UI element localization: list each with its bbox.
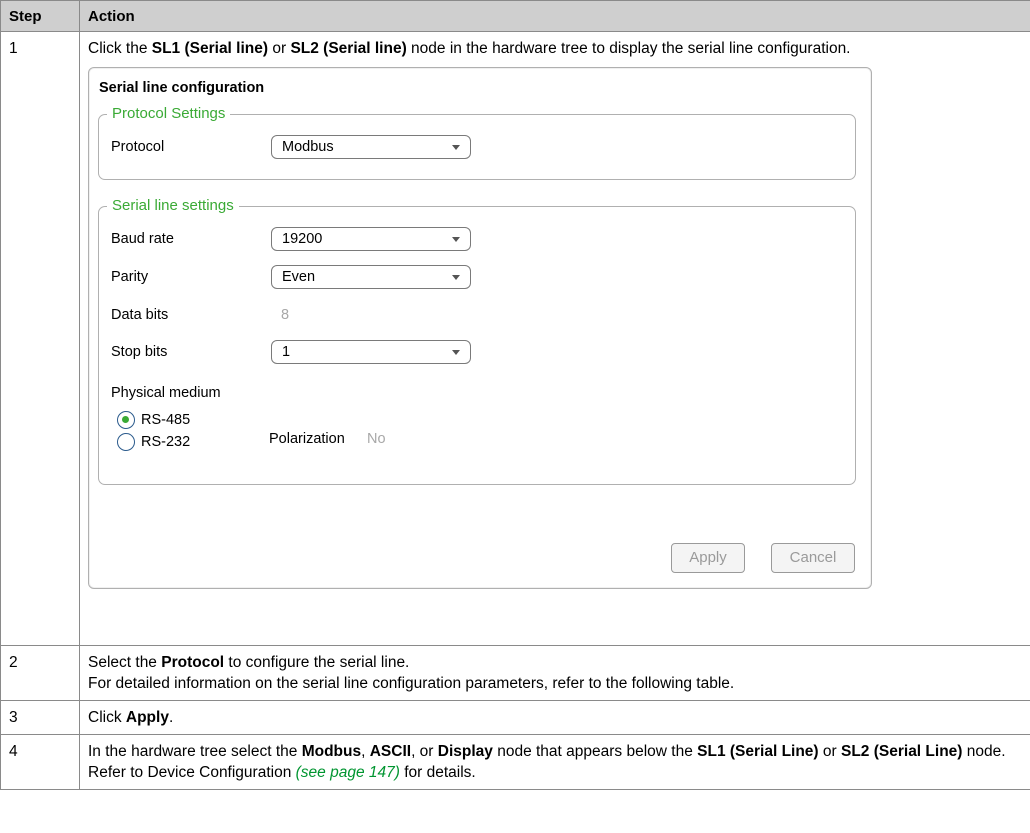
apply-button[interactable]: Apply bbox=[671, 543, 745, 573]
table-row: 1 Click the SL1 (Serial line) or SL2 (Se… bbox=[0, 31, 1030, 646]
baud-rate-value: 19200 bbox=[282, 231, 323, 247]
step-2-detail: For detailed information on the serial l… bbox=[88, 675, 735, 692]
data-bits-label: Data bits bbox=[111, 307, 169, 323]
chevron-down-icon bbox=[452, 350, 460, 355]
stop-bits-label: Stop bits bbox=[111, 344, 168, 360]
protocol-dropdown[interactable]: Modbus bbox=[271, 135, 471, 159]
rs485-label: RS-485 bbox=[141, 412, 191, 428]
table-row: 3 Click Apply. bbox=[0, 700, 1030, 735]
stop-bits-dropdown[interactable]: 1 bbox=[271, 340, 471, 364]
action-cell: Click Apply. bbox=[79, 700, 1030, 735]
baud-rate-dropdown[interactable]: 19200 bbox=[271, 227, 471, 251]
rs232-radio[interactable] bbox=[117, 433, 135, 451]
serial-line-config-panel: Serial line configuration Protocol Setti… bbox=[88, 67, 872, 589]
parity-label: Parity bbox=[111, 269, 149, 285]
action-cell: In the hardware tree select the Modbus, … bbox=[79, 734, 1030, 790]
protocol-value: Modbus bbox=[282, 139, 334, 155]
table-row: 2 Select the Protocol to configure the s… bbox=[0, 645, 1030, 701]
step-number: 4 bbox=[0, 734, 80, 790]
serial-line-settings-legend: Serial line settings bbox=[107, 197, 239, 215]
step-number: 3 bbox=[0, 700, 80, 735]
steps-table: Step Action 1 Click the SL1 (Serial line… bbox=[0, 0, 1030, 790]
step-2-instruction: Select the Protocol to configure the ser… bbox=[88, 654, 410, 671]
parity-value: Even bbox=[282, 269, 316, 285]
radio-selected-dot bbox=[122, 416, 129, 423]
step-column-header: Step bbox=[0, 0, 80, 32]
physical-medium-label: Physical medium bbox=[111, 385, 221, 401]
rs232-label: RS-232 bbox=[141, 434, 191, 450]
data-bits-value: 8 bbox=[281, 307, 290, 323]
action-cell: Click the SL1 (Serial line) or SL2 (Seri… bbox=[79, 31, 1030, 646]
protocol-settings-legend: Protocol Settings bbox=[107, 105, 231, 123]
step-4-instruction: In the hardware tree select the Modbus, … bbox=[88, 743, 1006, 781]
see-page-link[interactable]: (see page 147) bbox=[296, 764, 400, 781]
chevron-down-icon bbox=[452, 237, 460, 242]
table-header-row: Step Action bbox=[0, 0, 1030, 32]
serial-line-settings-group: Serial line settings Baud rate 19200 Par… bbox=[98, 197, 856, 485]
parity-dropdown[interactable]: Even bbox=[271, 265, 471, 289]
action-cell: Select the Protocol to configure the ser… bbox=[79, 645, 1030, 701]
panel-title: Serial line configuration bbox=[99, 80, 265, 96]
chevron-down-icon bbox=[452, 145, 460, 150]
action-column-header: Action bbox=[79, 0, 1030, 32]
baud-rate-label: Baud rate bbox=[111, 231, 174, 247]
polarization-value: No bbox=[367, 431, 386, 447]
rs485-radio[interactable] bbox=[117, 411, 135, 429]
step-1-instruction: Click the SL1 (Serial line) or SL2 (Seri… bbox=[88, 40, 851, 57]
protocol-settings-group: Protocol Settings Protocol Modbus bbox=[98, 105, 856, 180]
stop-bits-value: 1 bbox=[282, 344, 291, 360]
protocol-label: Protocol bbox=[111, 139, 165, 155]
chevron-down-icon bbox=[452, 275, 460, 280]
table-row: 4 In the hardware tree select the Modbus… bbox=[0, 734, 1030, 790]
step-number: 2 bbox=[0, 645, 80, 701]
step-number: 1 bbox=[0, 31, 80, 646]
polarization-label: Polarization bbox=[269, 431, 345, 447]
step-3-instruction: Click Apply. bbox=[88, 709, 174, 726]
cancel-button[interactable]: Cancel bbox=[771, 543, 855, 573]
